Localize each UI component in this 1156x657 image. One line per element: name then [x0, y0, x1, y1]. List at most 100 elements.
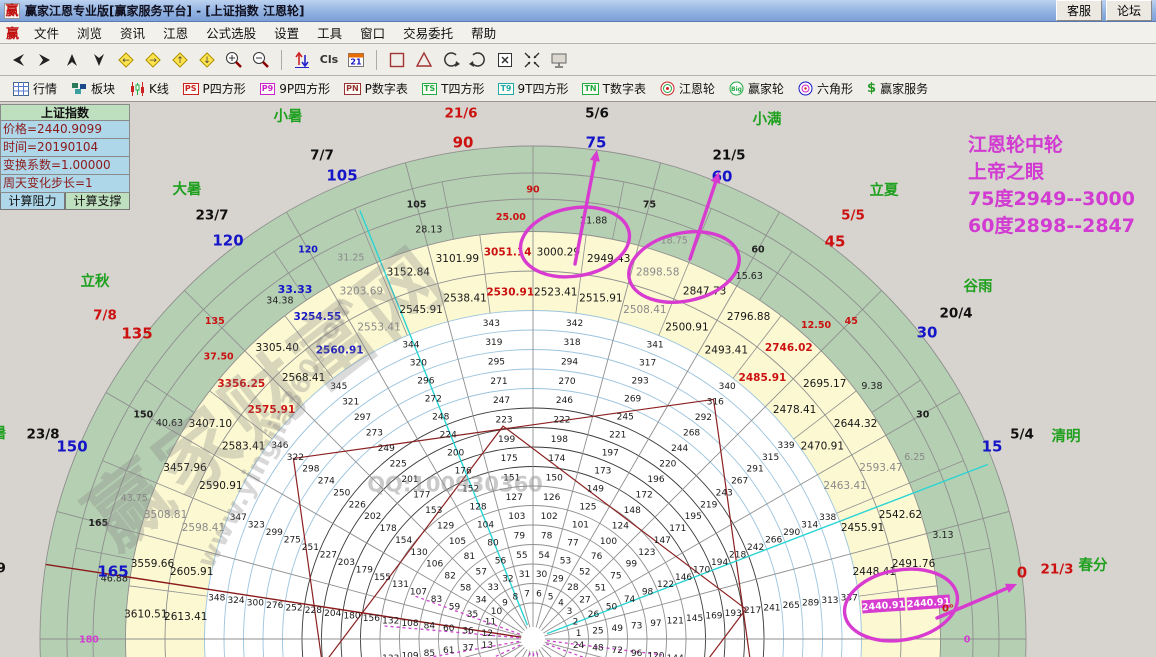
nav-left-icon[interactable]: [6, 48, 30, 72]
center-view-icon[interactable]: [520, 48, 544, 72]
menu-item-9[interactable]: 帮助: [462, 21, 505, 44]
wheel-label: 30: [916, 409, 930, 420]
toolbar-item-赢家轮[interactable]: Big 赢家轮: [724, 78, 789, 99]
wheel-label: 29: [552, 575, 564, 585]
t9-icon: T9: [498, 82, 514, 95]
zoom-out-icon[interactable]: [249, 48, 273, 72]
wheel-label: 3610.51: [124, 608, 167, 620]
toolbar-item-赢家服务[interactable]: $ 赢家服务: [862, 78, 933, 99]
calc-resistance-button[interactable]: 计算阻力: [0, 193, 65, 210]
nav-right-icon[interactable]: [33, 48, 57, 72]
outer-label-清明: 清明: [1052, 427, 1081, 445]
menu-items: 文件 浏览 资讯 江恩 公式选股 设置 工具 窗口 交易委托 帮助: [25, 21, 505, 44]
updown-scale-icon[interactable]: [290, 48, 314, 72]
nav-up-icon[interactable]: [60, 48, 84, 72]
wheel-label: 130: [411, 548, 428, 558]
wheel-label: 145: [686, 614, 703, 624]
wheel-label: 202: [364, 512, 381, 522]
wheel-label: 123: [638, 548, 655, 558]
big-wheel-icon: Big: [729, 81, 744, 96]
wheel-label: 98: [642, 588, 654, 598]
wheel-label: 121: [667, 616, 684, 626]
menu-item-6[interactable]: 工具: [308, 21, 351, 44]
outer-label-150: 150: [56, 437, 87, 455]
move-right-icon[interactable]: →: [141, 48, 165, 72]
move-left-icon[interactable]: ←: [114, 48, 138, 72]
outer-label-5/5: 5/5: [841, 208, 865, 224]
menu-item-7[interactable]: 窗口: [351, 21, 394, 44]
wheel-label: 30: [536, 570, 548, 580]
window-title: 赢家江恩专业版[赢家服务平台] - [上证指数 江恩轮]: [25, 4, 305, 18]
wheel-label: 73: [631, 622, 642, 632]
wheel-label: 2515.91: [579, 292, 622, 304]
menu-item-8[interactable]: 交易委托: [394, 21, 462, 44]
nav-down-icon[interactable]: [87, 48, 111, 72]
square-tool-icon[interactable]: [385, 48, 409, 72]
screen-tool-icon[interactable]: [547, 48, 571, 72]
toolbar-item-P数字表[interactable]: PN P数字表: [339, 78, 413, 99]
wheel-label: 97: [650, 619, 661, 629]
outer-label-5/4: 5/4: [1010, 427, 1034, 443]
menu-item-1[interactable]: 浏览: [68, 21, 111, 44]
wheel-label: 222: [553, 416, 570, 426]
wheel-label: 197: [602, 449, 619, 459]
toolbar-item-9P四方形[interactable]: P9 9P四方形: [255, 78, 335, 99]
wheel-label: 1: [576, 629, 582, 639]
hexagon-icon: [798, 81, 813, 96]
menu-item-2[interactable]: 资讯: [111, 21, 154, 44]
wheel-label: 290: [783, 528, 800, 538]
toolbar-item-T数字表[interactable]: TN T数字表: [577, 78, 651, 99]
wheel-label: 320: [410, 358, 427, 368]
wheel-label: 316: [707, 398, 724, 408]
wheel-label: 75: [643, 200, 656, 211]
wheel-label: 129: [437, 521, 454, 531]
toolbar-item-六角形[interactable]: 六角形: [793, 78, 858, 99]
toolbar-item-江恩轮[interactable]: 江恩轮: [655, 78, 720, 99]
wheel-label: 82: [444, 572, 455, 582]
wheel-label: 271: [490, 377, 507, 387]
wheel-label: 2695.17: [803, 378, 846, 390]
wheel-label: 102: [541, 512, 558, 522]
menu-item-4[interactable]: 公式选股: [197, 21, 265, 44]
wheel-label: 120: [647, 651, 664, 657]
move-down-icon[interactable]: ↓: [195, 48, 219, 72]
wheel-label: 249: [378, 444, 395, 454]
toolbar-item-行情[interactable]: 行情: [8, 78, 62, 99]
toolbar-item-9T四方形[interactable]: T9 9T四方形: [493, 78, 573, 99]
wheel-label: 2455.91: [841, 522, 884, 534]
wheel-label: 247: [493, 396, 510, 406]
delete-box-icon[interactable]: [493, 48, 517, 72]
wheel-label: 289: [802, 599, 819, 609]
outer-label-立秋: 立秋: [81, 272, 110, 290]
customer-service-button[interactable]: 客服: [1055, 0, 1102, 21]
calc-support-button[interactable]: 计算支撑: [65, 193, 130, 210]
gann-wheel-icon: [660, 81, 675, 96]
triangle-tool-icon[interactable]: [412, 48, 436, 72]
wheel-label: 135: [205, 316, 225, 327]
wheel-label: 147: [654, 536, 671, 546]
wheel-label: 11: [485, 618, 496, 628]
menu-item-3[interactable]: 江恩: [154, 21, 197, 44]
toolbar-item-K线[interactable]: K线: [124, 78, 174, 99]
wheel-label: 180: [343, 611, 360, 621]
forum-button[interactable]: 论坛: [1105, 0, 1152, 21]
menu-item-5[interactable]: 设置: [265, 21, 308, 44]
menu-item-0[interactable]: 文件: [25, 21, 68, 44]
wheel-label: 2949.43: [587, 253, 630, 265]
wheel-label: 251: [302, 543, 319, 553]
toolbar-item-板块[interactable]: 板块: [66, 78, 120, 99]
wheel-label: 220: [659, 459, 676, 469]
zoom-in-icon[interactable]: [222, 48, 246, 72]
title-bar: 赢 赢家江恩专业版[赢家服务平台] - [上证指数 江恩轮] 客服 论坛: [0, 0, 1156, 22]
outer-label-15: 15: [982, 437, 1003, 455]
wheel-label: 35: [467, 610, 478, 620]
rotate-cw-icon[interactable]: [466, 48, 490, 72]
outer-label-8/9: 8/9: [0, 561, 6, 577]
move-up-icon[interactable]: ↑: [168, 48, 192, 72]
cls-button[interactable]: Cls: [317, 48, 341, 72]
calendar-icon[interactable]: 21: [344, 48, 368, 72]
toolbar-item-T四方形[interactable]: TS T四方形: [417, 78, 490, 99]
toolbar-item-P四方形[interactable]: PS P四方形: [178, 78, 251, 99]
rotate-ccw-icon[interactable]: [439, 48, 463, 72]
wheel-label: 2542.62: [879, 509, 922, 521]
